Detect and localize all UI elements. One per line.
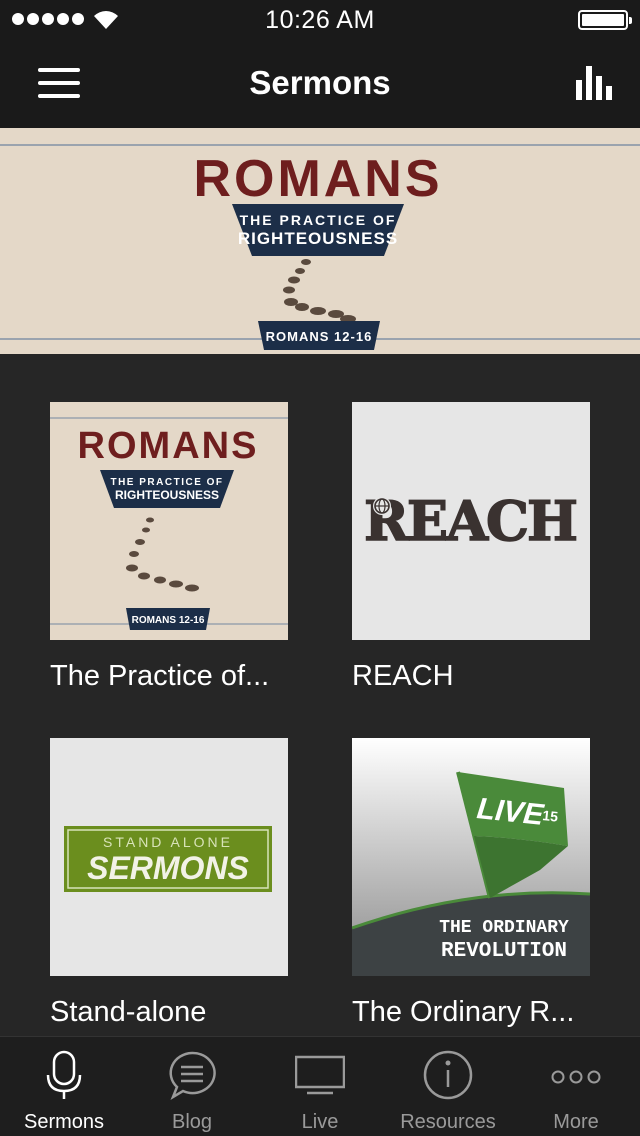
art-subtitle-line2: RIGHTEOUSNESS <box>115 488 219 502</box>
series-artwork[interactable]: REACH <box>352 402 590 640</box>
series-title[interactable]: The Practice of... <box>50 660 288 693</box>
series-artwork[interactable]: LIVE 15 THE ORDINARY REVOLUTION <box>352 738 590 976</box>
series-title[interactable]: Stand-alone <box>50 996 288 1029</box>
tab-resources[interactable]: Resources <box>384 1037 512 1136</box>
status-bar: 10:26 AM <box>0 0 640 40</box>
hero-subtitle-line1: THE PRACTICE OF <box>240 212 397 228</box>
battery-icon <box>578 10 632 30</box>
art-title: ROMANS <box>78 425 259 467</box>
art-line1: STAND ALONE <box>103 834 233 850</box>
status-time: 10:26 AM <box>265 6 375 34</box>
hero-title: ROMANS <box>193 150 442 208</box>
chat-bubble-icon <box>169 1051 216 1100</box>
art-flag-text: LIVE <box>475 792 546 832</box>
more-dots-icon <box>551 1070 601 1084</box>
tab-label: Blog <box>171 1111 213 1133</box>
art-subtitle-line1: THE PRACTICE OF <box>110 477 223 488</box>
tab-label: Resources <box>400 1111 496 1133</box>
art-title: REACH <box>364 489 576 553</box>
featured-series-banner[interactable]: ROMANS THE PRACTICE OF RIGHTEOUSNESS ROM… <box>0 128 640 354</box>
tab-bar: Sermons Blog Live Resources More <box>0 1036 640 1136</box>
series-tile-reach[interactable]: REACH REACH <box>352 402 590 693</box>
navigation-bar: Sermons <box>0 40 640 128</box>
series-tile-stand-alone[interactable]: STAND ALONE SERMONS Stand-alone <box>50 738 288 1029</box>
page-title: Sermons <box>249 64 391 101</box>
tab-live[interactable]: Live <box>256 1037 384 1136</box>
series-title[interactable]: The Ordinary R... <box>352 996 590 1029</box>
hero-subtitle-line2: RIGHTEOUSNESS <box>238 229 398 248</box>
tab-label: Sermons <box>23 1111 105 1133</box>
microphone-icon <box>46 1050 82 1099</box>
art-line1: THE ORDINARY <box>439 918 569 938</box>
globe-icon <box>373 497 391 515</box>
series-title[interactable]: REACH <box>352 660 590 693</box>
art-reference: ROMANS 12-16 <box>132 615 205 626</box>
tab-sermons[interactable]: Sermons <box>0 1037 128 1136</box>
tab-more[interactable]: More <box>512 1037 640 1136</box>
tv-icon <box>295 1055 345 1095</box>
info-icon <box>423 1050 473 1100</box>
series-artwork[interactable]: STAND ALONE SERMONS <box>50 738 288 976</box>
art-flag-small-text: 15 <box>542 807 559 825</box>
series-tile-ordinary-revolution[interactable]: LIVE 15 THE ORDINARY REVOLUTION The Ordi… <box>352 738 590 1029</box>
bar-chart-icon[interactable] <box>576 64 616 102</box>
art-line2: SERMONS <box>87 850 249 886</box>
art-line2: REVOLUTION <box>441 940 567 963</box>
series-artwork[interactable]: ROMANS THE PRACTICE OF RIGHTEOUSNESS ROM… <box>50 402 288 640</box>
series-tile-romans[interactable]: ROMANS THE PRACTICE OF RIGHTEOUSNESS ROM… <box>50 402 288 693</box>
tab-label: More <box>553 1111 599 1133</box>
tab-blog[interactable]: Blog <box>128 1037 256 1136</box>
tab-label: Live <box>301 1111 339 1133</box>
hero-reference: ROMANS 12-16 <box>266 329 373 344</box>
